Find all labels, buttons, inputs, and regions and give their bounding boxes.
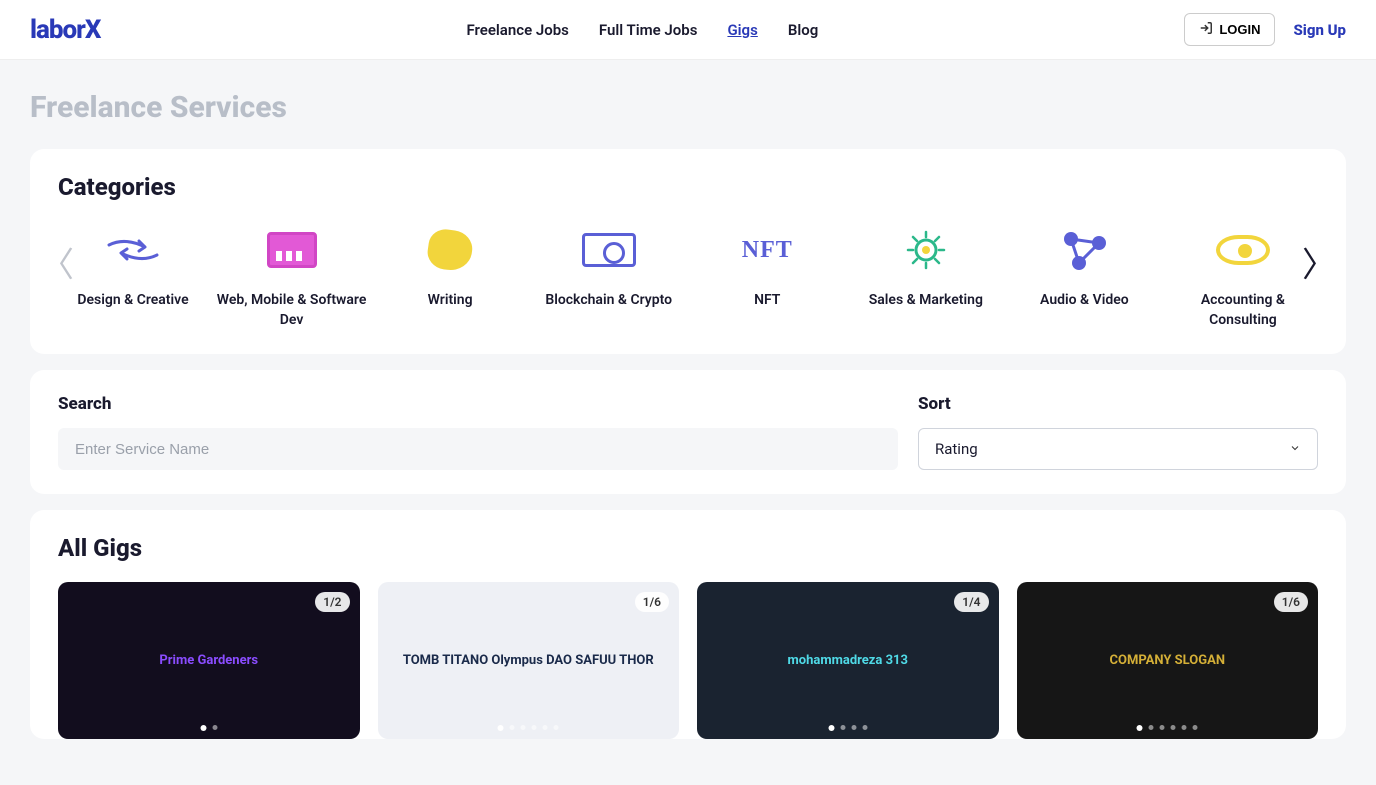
nft-icon: NFT [692,221,842,279]
signup-link[interactable]: Sign Up [1293,21,1346,39]
image-counter: 1/4 [954,592,988,612]
sort-label: Sort [918,394,1318,414]
category-label: Writing [375,291,525,311]
gigs-list: 1/2Prime Gardeners1/6TOMB TITANO Olympus… [58,582,1318,739]
header: laborX Freelance Jobs Full Time Jobs Gig… [0,0,1376,60]
all-gigs-title: All Gigs [58,534,1318,562]
window-icon [217,221,367,279]
page-title: Freelance Services [30,90,1346,125]
eye-icon [1168,221,1318,279]
carousel-dot[interactable] [862,725,867,730]
login-icon [1199,21,1213,38]
carousel-dot[interactable] [532,725,537,730]
carousel-dot[interactable] [851,725,856,730]
gig-thumbnail: COMPANY SLOGAN [1017,582,1319,739]
arrows-icon [58,221,208,279]
carousel-dot[interactable] [521,725,526,730]
category-label: NFT [692,291,842,311]
auth-controls: LOGIN Sign Up [1184,13,1346,46]
category-blockchain-crypto[interactable]: Blockchain & Crypto [534,221,684,311]
carousel-dot[interactable] [1193,725,1198,730]
category-nft[interactable]: NFT NFT [692,221,842,311]
category-label: Design & Creative [58,291,208,311]
carousel-dot[interactable] [1171,725,1176,730]
image-counter: 1/6 [1274,592,1308,612]
login-label: LOGIN [1219,22,1260,37]
sort-value: Rating [935,440,978,458]
gig-card[interactable]: 1/4mohammadreza 313 [697,582,999,739]
carousel-dot[interactable] [498,725,504,731]
image-counter: 1/6 [635,592,669,612]
nav-gigs[interactable]: Gigs [727,21,757,39]
search-label: Search [58,394,898,414]
gig-thumbnail: TOMB TITANO Olympus DAO SAFUU THOR [378,582,680,739]
category-web-mobile-dev[interactable]: Web, Mobile & Software Dev [217,221,367,330]
carousel-dot[interactable] [828,725,834,731]
gig-card[interactable]: 1/6TOMB TITANO Olympus DAO SAFUU THOR [378,582,680,739]
carousel-prev-button[interactable]: 〈 [40,237,74,286]
category-audio-video[interactable]: Audio & Video [1009,221,1159,311]
categories-list: Design & Creative Web, Mobile & Software… [58,221,1318,330]
carousel-dot[interactable] [510,725,515,730]
sort-field: Sort Rating [918,394,1318,470]
carousel-dot[interactable] [543,725,548,730]
nav-blog[interactable]: Blog [788,21,818,39]
search-input[interactable] [58,428,898,470]
carousel-dot[interactable] [1137,725,1143,731]
carousel-dot[interactable] [1149,725,1154,730]
search-field: Search [58,394,898,470]
category-writing[interactable]: Writing [375,221,525,311]
gig-thumbnail: mohammadreza 313 [697,582,999,739]
gig-card[interactable]: 1/6COMPANY SLOGAN [1017,582,1319,739]
carousel-dot[interactable] [840,725,845,730]
carousel-dot[interactable] [212,725,217,730]
categories-panel: Categories 〈 〉 Design & Creative Web, Mo… [30,149,1346,354]
category-label: Accounting & Consulting [1168,291,1318,330]
category-label: Audio & Video [1009,291,1159,311]
carousel-dots [498,725,559,731]
categories-title: Categories [58,173,1318,201]
carousel-dots [1137,725,1198,731]
sort-select[interactable]: Rating [918,428,1318,470]
chevron-down-icon [1289,440,1301,458]
search-sort-panel: Search Sort Rating [30,370,1346,494]
nav-full-time-jobs[interactable]: Full Time Jobs [599,21,698,39]
category-label: Blockchain & Crypto [534,291,684,311]
nodes-icon [1009,221,1159,279]
carousel-dot[interactable] [1182,725,1187,730]
category-label: Sales & Marketing [851,291,1001,311]
gig-thumbnail: Prime Gardeners [58,582,360,739]
image-counter: 1/2 [315,592,349,612]
category-label: Web, Mobile & Software Dev [217,291,367,330]
main-nav: Freelance Jobs Full Time Jobs Gigs Blog [100,21,1184,39]
all-gigs-panel: All Gigs 1/2Prime Gardeners1/6TOMB TITAN… [30,510,1346,739]
login-button[interactable]: LOGIN [1184,13,1275,46]
brand-logo[interactable]: laborX [30,15,100,45]
gig-card[interactable]: 1/2Prime Gardeners [58,582,360,739]
carousel-dot[interactable] [200,725,206,731]
carousel-next-button[interactable]: 〉 [1302,237,1336,286]
carousel-dots [200,725,217,731]
carousel-dot[interactable] [1160,725,1165,730]
money-icon [534,221,684,279]
carousel-dot[interactable] [554,725,559,730]
blob-icon [375,221,525,279]
category-accounting-consulting[interactable]: Accounting & Consulting [1168,221,1318,330]
lightbulb-icon [851,221,1001,279]
carousel-dots [828,725,867,731]
category-design-creative[interactable]: Design & Creative [58,221,208,311]
category-sales-marketing[interactable]: Sales & Marketing [851,221,1001,311]
nav-freelance-jobs[interactable]: Freelance Jobs [466,21,568,39]
